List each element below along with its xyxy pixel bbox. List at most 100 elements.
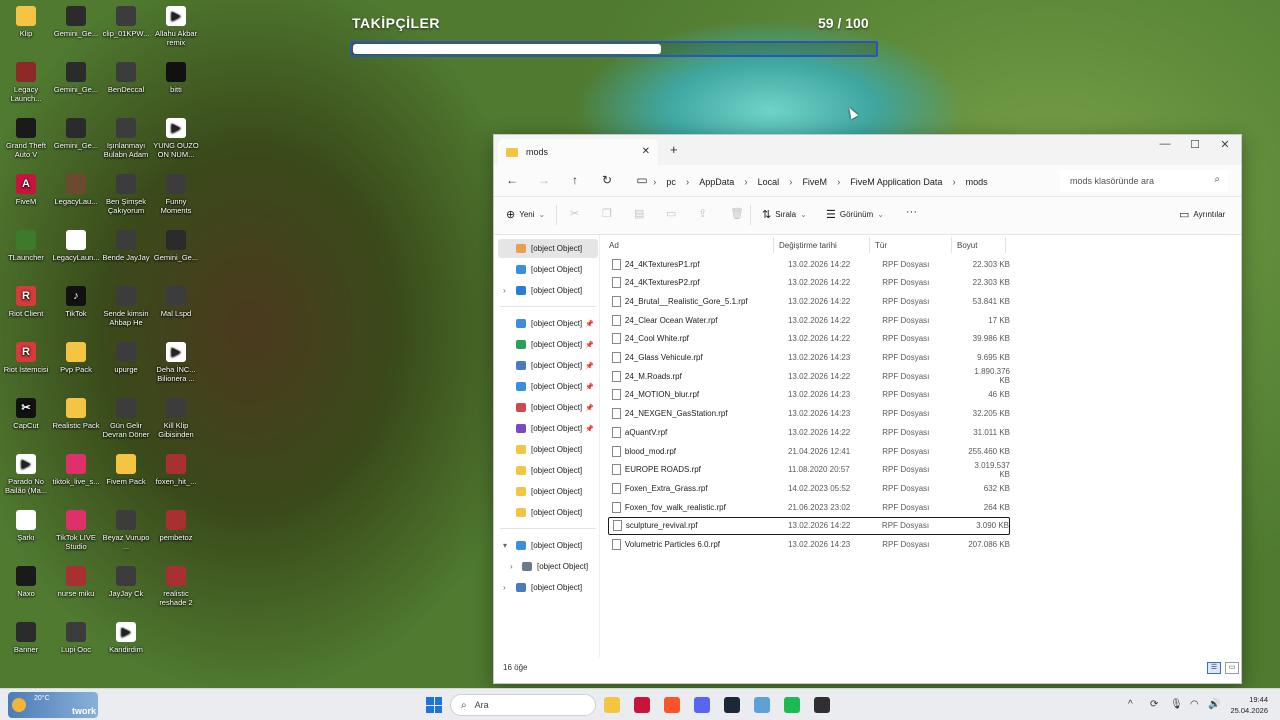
wifi-icon[interactable]: ◠ <box>1190 699 1199 710</box>
breadcrumb-separator-icon[interactable]: › <box>740 177 751 188</box>
rename-icon[interactable]: ▭ <box>666 207 676 220</box>
sidebar-item[interactable]: [object Object] 📌 <box>498 335 598 354</box>
sidebar-item[interactable]: › [object Object] <box>498 578 598 597</box>
breadcrumb-item[interactable]: Local <box>752 177 786 187</box>
breadcrumb-item[interactable]: FiveM <box>796 177 833 187</box>
breadcrumb-separator-icon[interactable]: › <box>649 177 660 188</box>
desktop-icon[interactable]: Legacy Launch... <box>0 62 52 103</box>
cut-icon[interactable]: ✂ <box>570 207 579 220</box>
file-row[interactable]: 24_4KTexturesP2.rpf 13.02.2026 14:22 RPF D… <box>608 274 1010 292</box>
file-row[interactable]: 24_Clear Ocean Water.rpf 13.02.2026 14:22… <box>608 311 1010 329</box>
desktop-icon[interactable]: Gemini_Ge... <box>50 62 102 94</box>
file-row[interactable]: 24_M.Roads.rpf 13.02.2026 14:22 RPF Dosyas… <box>608 367 1010 385</box>
desktop-icon[interactable]: ✂ CapCut <box>0 398 52 430</box>
discord-icon[interactable] <box>694 697 710 713</box>
desktop-icon[interactable]: Işınlanmayı Bulabn Adam <box>100 118 152 159</box>
desktop-icon[interactable]: Grand Theft Auto V <box>0 118 52 159</box>
desktop-icon[interactable]: upurge <box>100 342 152 374</box>
desktop-icon[interactable]: Bende JayJay <box>100 230 152 262</box>
maximize-button[interactable]: ☐ <box>1180 138 1210 151</box>
desktop-icon[interactable]: Beyaz Vurupo ... <box>100 510 152 551</box>
paste-icon[interactable]: ▤ <box>634 207 644 220</box>
back-button[interactable]: ← <box>504 173 520 187</box>
desktop-icon[interactable]: ▶ Parado No Bailão (Ma... <box>0 454 52 495</box>
copy-icon[interactable]: ❐ <box>602 207 612 220</box>
desktop-icon[interactable]: Klip <box>0 6 52 38</box>
breadcrumb-separator-icon[interactable]: › <box>682 177 693 188</box>
file-row[interactable]: Foxen_Extra_Grass.rpf 14.02.2023 05:52 RPF… <box>608 479 1010 497</box>
sidebar-item[interactable]: › [object Object] <box>498 557 598 576</box>
desktop-icon[interactable]: Gemini_Ge... <box>150 230 202 262</box>
desktop-icon[interactable]: Mal Lspd <box>150 286 202 318</box>
fivem-icon[interactable] <box>634 697 650 713</box>
start-button[interactable] <box>426 697 442 713</box>
desktop-icon[interactable]: realistic reshade 2 <box>150 566 202 607</box>
chevron-icon[interactable]: › <box>503 583 506 592</box>
desktop-icon[interactable]: ▶ Allahu Akbar remix <box>150 6 202 47</box>
sidebar-item[interactable]: [object Object] <box>498 503 598 522</box>
desktop-icon[interactable]: ♪ TikTok <box>50 286 102 318</box>
sidebar-item[interactable]: [object Object] <box>498 482 598 501</box>
refresh-button[interactable]: ↻ <box>599 173 615 187</box>
sort-button[interactable]: ⇅ Sırala ⌄ <box>762 208 807 221</box>
desktop-icon[interactable]: JayJay Ck <box>100 566 152 598</box>
breadcrumb-separator-icon[interactable]: › <box>948 177 959 188</box>
desktop-icon[interactable]: bitti <box>150 62 202 94</box>
sidebar-item[interactable]: [object Object] 📌 <box>498 356 598 375</box>
column-size-header[interactable]: Boyut <box>952 237 1006 253</box>
file-row[interactable]: 24_Glass Vehicule.rpf 13.02.2026 14:23 RPF… <box>608 349 1010 367</box>
delete-icon[interactable]: 🗑 <box>730 207 744 220</box>
breadcrumb-item[interactable]: FiveM Application Data <box>844 177 948 187</box>
desktop-icon[interactable]: ▶ Deha İNC... Bilionera ... <box>150 342 202 383</box>
desktop-icon[interactable]: Pvp Pack <box>50 342 102 374</box>
spotify-icon[interactable] <box>784 697 800 713</box>
taskbar-search[interactable]: ⌕ Ara <box>450 694 596 716</box>
column-date-header[interactable]: Değiştirme tarihi <box>774 237 870 253</box>
desktop-icon[interactable]: tiktok_live_s... <box>50 454 102 486</box>
file-row[interactable]: 24_4KTexturesP1.rpf 13.02.2026 14:22 RPF D… <box>608 255 1010 273</box>
sidebar-item[interactable]: › [object Object] <box>498 281 598 300</box>
desktop-icon[interactable]: Gün Gelir Devran Döner <box>100 398 152 439</box>
more-options-button[interactable]: ··· <box>906 206 917 218</box>
desktop-icon[interactable]: ▶ YUNG OUZO ON NUM... <box>150 118 202 159</box>
view-button[interactable]: ☰ Görünüm ⌄ <box>826 208 884 221</box>
file-row[interactable]: 24_MOTION_blur.rpf 13.02.2026 14:23 RPF Do… <box>608 386 1010 404</box>
large-icons-view-button[interactable]: ▭ <box>1225 662 1239 674</box>
gear-app-icon[interactable] <box>754 697 770 713</box>
brave-icon[interactable] <box>664 697 680 713</box>
file-row[interactable]: EUROPE ROADS.rpf 11.08.2020 20:57 RPF Dosy… <box>608 461 1010 479</box>
desktop-icon[interactable]: Şarkı <box>0 510 52 542</box>
file-row[interactable]: aQuantV.rpf 13.02.2026 14:22 RPF Dosyası 31… <box>608 423 1010 441</box>
desktop-icon[interactable]: TikTok LIVE Studio <box>50 510 102 551</box>
desktop-icon[interactable]: Banner <box>0 622 52 654</box>
computer-icon[interactable]: ▭ <box>634 173 650 187</box>
desktop-icon[interactable]: Naxo <box>0 566 52 598</box>
desktop-icon[interactable]: pembetoz <box>150 510 202 542</box>
breadcrumb-separator-icon[interactable]: › <box>785 177 796 188</box>
up-button[interactable]: ↑ <box>567 173 583 187</box>
desktop-icon[interactable]: R Riot Client <box>0 286 52 318</box>
forward-button[interactable]: → <box>536 173 552 187</box>
breadcrumb-item[interactable]: mods <box>960 177 994 187</box>
desktop-icon[interactable]: Gemini_Ge... <box>50 118 102 150</box>
file-row[interactable]: blood_mod.rpf 21.04.2026 12:41 RPF Dosyası… <box>608 442 1010 460</box>
file-row[interactable]: sculpture_revival.rpf 13.02.2026 14:22 RPF… <box>608 516 1010 535</box>
desktop-icon[interactable]: BenDeccal <box>100 62 152 94</box>
new-button[interactable]: ⊕ Yeni ⌄ <box>506 208 545 221</box>
sidebar-item[interactable]: [object Object] 📌 <box>498 314 598 333</box>
breadcrumb-item[interactable]: pc <box>660 177 682 187</box>
desktop-icon[interactable]: Lupi Ooc <box>50 622 102 654</box>
desktop-icon[interactable]: R Riot İstemcisi <box>0 342 52 374</box>
weather-widget[interactable]: 20°C twork <box>8 692 98 718</box>
desktop-icon[interactable]: ▶ Kandirdim <box>100 622 152 654</box>
desktop-icon[interactable]: Sende kimsin Ahbap He <box>100 286 152 327</box>
desktop-icon[interactable]: LegacyLaun... <box>50 230 102 262</box>
sidebar-item[interactable]: ▾ [object Object] <box>498 536 598 555</box>
sidebar-item[interactable]: [object Object] <box>498 440 598 459</box>
desktop-icon[interactable]: nurse miku <box>50 566 102 598</box>
sidebar-item[interactable]: [object Object] 📌 <box>498 398 598 417</box>
desktop-icon[interactable]: Ben Şimşek Çakıyorum <box>100 174 152 215</box>
desktop-icon[interactable]: Fivem Pack <box>100 454 152 486</box>
sidebar-item[interactable]: [object Object] 📌 <box>498 419 598 438</box>
clock[interactable]: 19:44 25.04.2026 <box>1226 694 1268 716</box>
